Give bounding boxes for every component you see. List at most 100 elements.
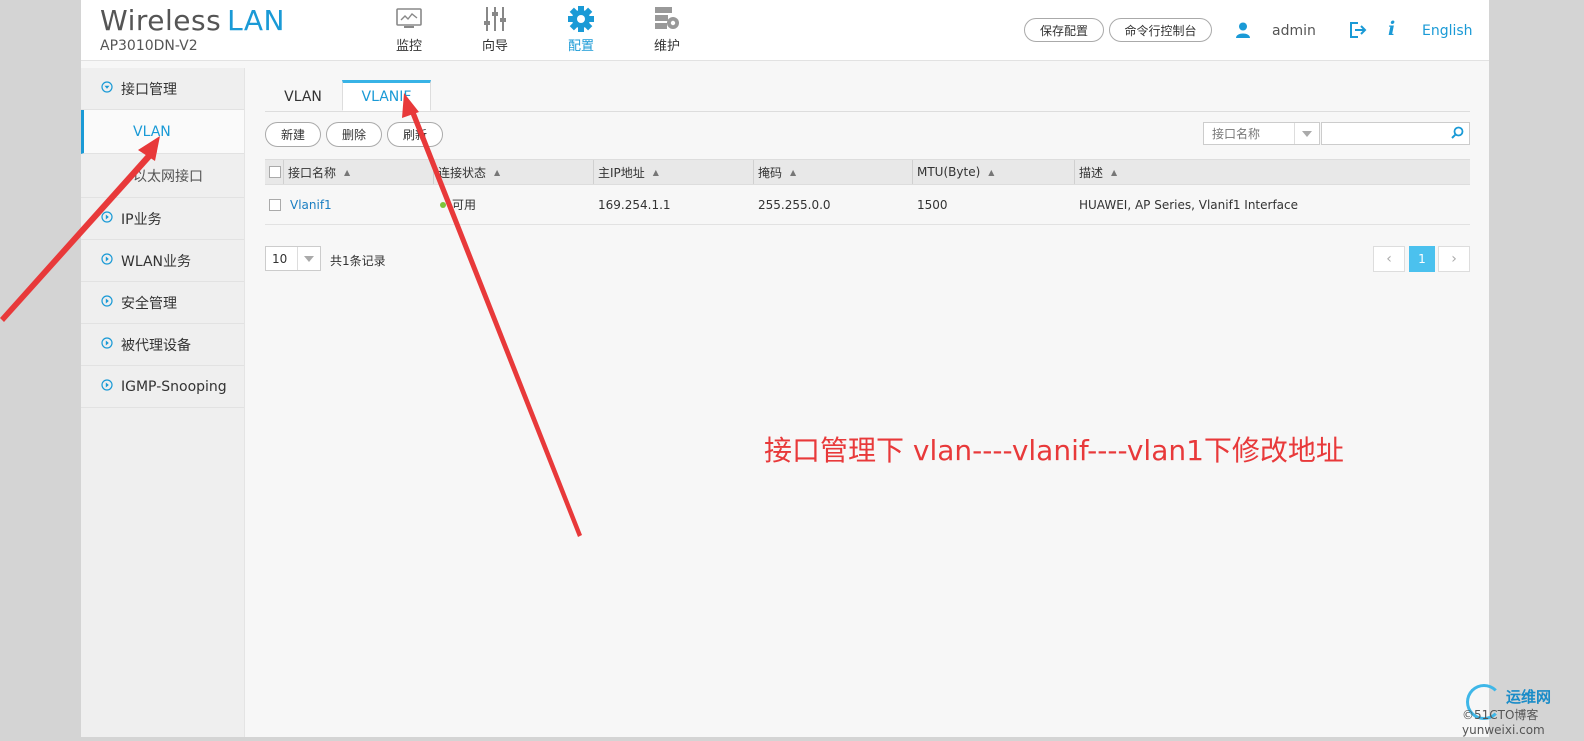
sidebar-item-vlan[interactable]: VLAN — [81, 110, 244, 154]
col-header-mask[interactable]: 掩码 ▲ — [753, 160, 912, 184]
delete-button[interactable]: 删除 — [326, 122, 382, 147]
prev-page-button[interactable]: ‹ — [1373, 246, 1405, 272]
col-header-label: 掩码 — [758, 165, 783, 180]
username[interactable]: admin — [1272, 23, 1316, 39]
cell-status: 可用 — [435, 185, 476, 224]
sort-asc-icon: ▲ — [790, 167, 797, 177]
col-header-label: 连接状态 — [438, 165, 487, 180]
table-header: 接口名称 ▲ 连接状态 ▲ 主IP地址 ▲ 掩码 ▲ MTU(Byte) ▲ 描述 ▲ — [265, 159, 1470, 185]
col-header-label: 主IP地址 — [598, 165, 645, 180]
annotation-text: 接口管理下 vlan----vlanif----vlan1下修改地址 — [764, 434, 1344, 467]
toolbar: 新建 删除 刷新 接口名称 — [265, 112, 1470, 152]
brand: Wireless LAN AP3010DN-V2 — [100, 4, 285, 54]
sidebar-group-security[interactable]: 安全管理 — [81, 282, 244, 324]
sidebar: 接口管理 VLAN 以太网接口 IP业务 WLAN业务 安全管理 被代理设备 I… — [81, 68, 245, 737]
select-all-cell — [265, 160, 283, 184]
brand-word-wireless: Wireless — [100, 4, 222, 37]
nav-config-label: 配置 — [567, 39, 594, 54]
server-gear-icon — [654, 5, 680, 33]
total-records: 共1条记录 — [330, 254, 386, 268]
sort-asc-icon: ▲ — [988, 167, 995, 177]
new-button[interactable]: 新建 — [265, 122, 321, 147]
status-text: 可用 — [452, 198, 477, 212]
nav-maintenance[interactable]: 维护 — [624, 0, 710, 60]
chevron-right-circle-icon — [101, 210, 113, 227]
cell-name[interactable]: Vlanif1 — [285, 185, 332, 224]
logout-icon[interactable] — [1349, 21, 1367, 43]
sidebar-group-ip[interactable]: IP业务 — [81, 198, 244, 240]
row-checkbox[interactable] — [269, 198, 281, 211]
search-field-select[interactable]: 接口名称 — [1203, 122, 1320, 145]
chevron-down-icon — [297, 247, 320, 270]
user-icon — [1236, 22, 1250, 42]
pagination: 10 共1条记录 ‹ 1 › — [265, 225, 1470, 295]
info-icon[interactable]: i — [1388, 18, 1395, 40]
brand-title: Wireless LAN — [100, 4, 285, 37]
cli-console-button[interactable]: 命令行控制台 — [1109, 18, 1212, 42]
col-header-mtu[interactable]: MTU(Byte) ▲ — [912, 160, 1074, 184]
watermark-site: ©51CTO博客 yunweixi.com — [1462, 708, 1545, 737]
sort-asc-icon: ▲ — [652, 167, 659, 177]
sidebar-group-igmp[interactable]: IGMP-Snooping — [81, 366, 244, 408]
app-window: Wireless LAN AP3010DN-V2 监控 向导 配置 维护 保存配… — [0, 0, 1489, 737]
language-switch[interactable]: English — [1422, 23, 1473, 39]
sort-asc-icon: ▲ — [1111, 167, 1118, 177]
sidebar-group-wlan[interactable]: WLAN业务 — [81, 240, 244, 282]
chevron-down-icon — [1294, 123, 1319, 144]
tab-bar: VLAN VLANIF — [265, 78, 1470, 112]
monitor-icon — [396, 5, 422, 33]
refresh-button[interactable]: 刷新 — [387, 122, 443, 147]
nav-wizard[interactable]: 向导 — [452, 0, 538, 60]
sidebar-group-label: 被代理设备 — [121, 337, 191, 354]
chevron-right-circle-icon — [101, 336, 113, 353]
col-header-desc[interactable]: 描述 ▲ — [1074, 160, 1470, 184]
sort-asc-icon: ▲ — [494, 167, 501, 177]
main-nav: 监控 向导 配置 维护 — [366, 0, 710, 60]
gear-icon — [567, 5, 595, 33]
sidebar-group-label: IP业务 — [121, 211, 162, 228]
chevron-right-circle-icon — [101, 294, 113, 311]
cell-ip: 169.254.1.1 — [598, 197, 671, 212]
nav-wizard-label: 向导 — [481, 39, 508, 54]
nav-config[interactable]: 配置 — [538, 0, 624, 60]
sort-asc-icon: ▲ — [344, 167, 351, 177]
search-field-value: 接口名称 — [1212, 127, 1261, 141]
col-header-ip[interactable]: 主IP地址 ▲ — [593, 160, 753, 184]
row-select-cell — [265, 185, 283, 224]
table-row[interactable]: Vlanif1 可用 169.254.1.1 255.255.0.0 1500 … — [265, 185, 1470, 225]
page-size-select[interactable]: 10 — [265, 246, 321, 271]
page-1-button[interactable]: 1 — [1409, 246, 1435, 272]
sidebar-item-ethernet[interactable]: 以太网接口 — [81, 154, 244, 198]
cell-desc: HUAWEI, AP Series, Vlanif1 Interface — [1079, 197, 1298, 212]
sidebar-group-proxy[interactable]: 被代理设备 — [81, 324, 244, 366]
nav-monitor-label: 监控 — [395, 39, 422, 54]
next-page-button[interactable]: › — [1438, 246, 1470, 272]
sliders-icon — [483, 5, 507, 33]
chevron-right-circle-icon — [101, 252, 113, 269]
tab-vlan[interactable]: VLAN — [265, 82, 341, 111]
watermark-cn: 运维网 — [1506, 688, 1552, 706]
col-header-label: 接口名称 — [288, 165, 337, 180]
main-content: VLAN VLANIF 新建 删除 刷新 接口名称 接口名称 ▲ 连接状态 ▲ 主I… — [265, 78, 1470, 295]
nav-monitor[interactable]: 监控 — [366, 0, 452, 60]
sidebar-group-interface[interactable]: 接口管理 — [81, 68, 244, 110]
sidebar-group-label: WLAN业务 — [121, 253, 192, 270]
select-all-checkbox[interactable] — [269, 166, 281, 178]
top-header: Wireless LAN AP3010DN-V2 监控 向导 配置 维护 保存配… — [81, 0, 1489, 61]
search-icon[interactable] — [1451, 126, 1464, 143]
status-dot-icon — [440, 201, 446, 208]
sidebar-group-label: IGMP-Snooping — [121, 378, 227, 395]
sidebar-group-label: 接口管理 — [121, 81, 177, 98]
brand-word-lan: LAN — [227, 4, 285, 37]
device-model: AP3010DN-V2 — [100, 38, 198, 54]
col-header-name[interactable]: 接口名称 ▲ — [283, 160, 433, 184]
cell-mask: 255.255.0.0 — [758, 197, 831, 212]
chevron-right-circle-icon — [101, 378, 113, 395]
search-input[interactable] — [1321, 122, 1470, 145]
col-header-label: 描述 — [1079, 165, 1104, 180]
save-config-button[interactable]: 保存配置 — [1024, 18, 1104, 42]
col-header-status[interactable]: 连接状态 ▲ — [433, 160, 593, 184]
tab-vlanif[interactable]: VLANIF — [342, 80, 431, 111]
cell-mtu: 1500 — [917, 197, 948, 212]
col-header-label: MTU(Byte) — [917, 165, 981, 179]
